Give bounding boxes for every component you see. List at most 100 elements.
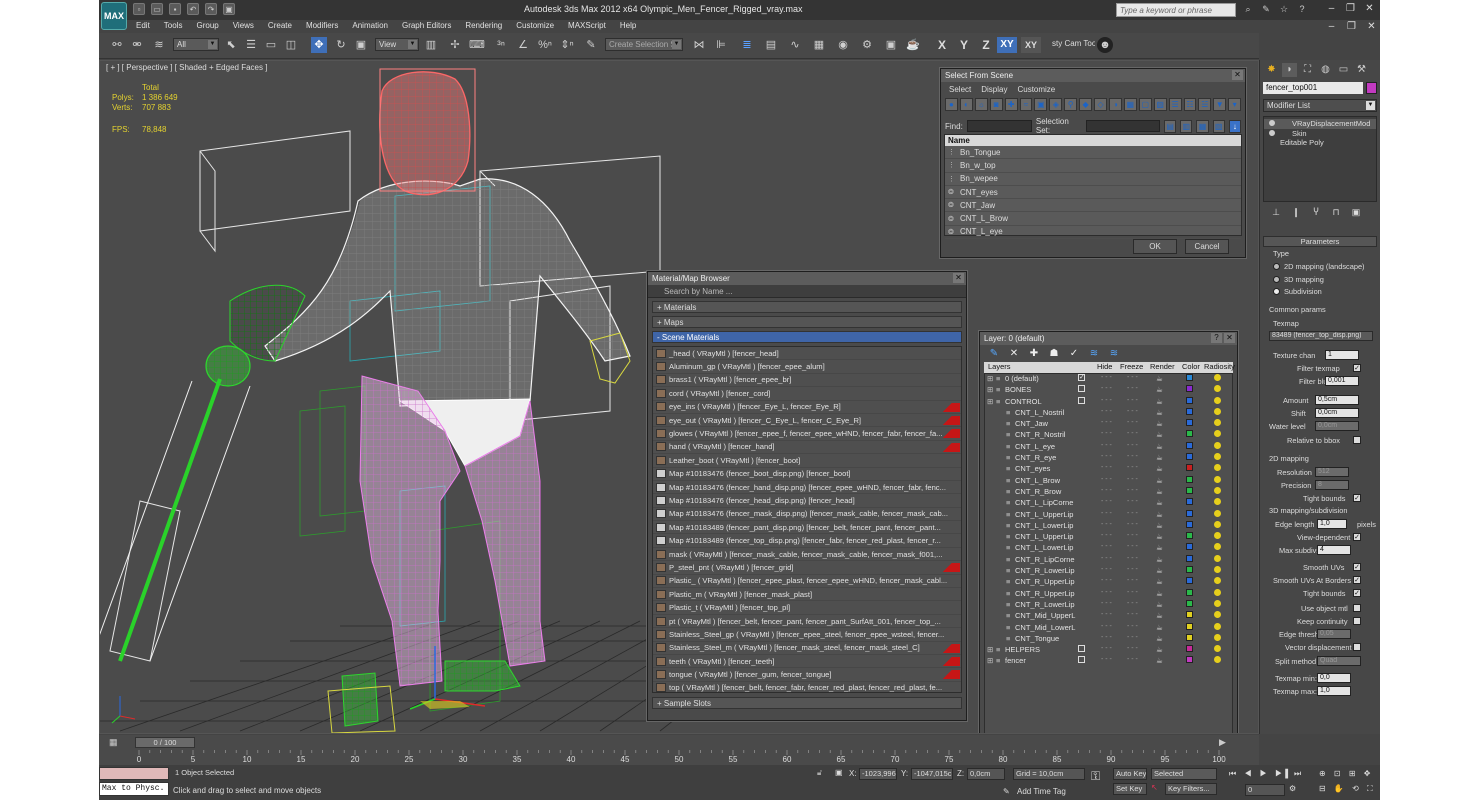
list-item[interactable]: _head ( VRayMtl ) [fencer_head]	[653, 347, 961, 361]
open-file-icon[interactable]: ▭	[151, 3, 163, 15]
object-color-swatch[interactable]	[1366, 82, 1377, 94]
maps-group[interactable]: + Maps	[652, 316, 962, 328]
render-teapot-icon[interactable]: ☕︎	[1156, 521, 1163, 530]
window-crossing-icon[interactable]: ◫	[283, 37, 299, 53]
toggle-cell[interactable]: - - -	[1101, 419, 1112, 426]
smooth-uvs-borders-checkbox[interactable]: ✓	[1353, 576, 1361, 584]
layer-color-swatch[interactable]	[1186, 441, 1193, 449]
radiosity-icon[interactable]	[1214, 396, 1221, 404]
table-row[interactable]: ≡ CNT_Jaw - - - - - - ☕︎	[985, 419, 1232, 430]
geometry-filter-icon[interactable]: ●	[945, 98, 958, 111]
table-row[interactable]: ≡ CNT_L_LowerLip - - - - - - ☕︎	[985, 543, 1232, 554]
layer-color-swatch[interactable]	[1186, 577, 1193, 585]
hide-all-icon[interactable]: ≋	[1088, 348, 1100, 360]
table-row[interactable]: ≡ CNT_L_Brow - - - - - - ☕︎	[985, 475, 1232, 487]
table-row[interactable]: ≡ CNT_R_LipCorne - - - - - - ☕︎	[985, 554, 1232, 566]
expand-icon[interactable]: ⊞	[987, 385, 993, 394]
radiosity-icon[interactable]	[1214, 520, 1221, 528]
select-all-icon[interactable]: ▦	[1123, 98, 1137, 111]
list-item[interactable]: brass1 ( VRayMtl ) [fencer_epee_br]	[653, 374, 961, 388]
sfs-list2-icon[interactable]: ☷	[1183, 98, 1197, 111]
list-item[interactable]: hand ( VRayMtl ) [fencer_hand]	[653, 441, 961, 455]
help-search-input[interactable]: Type a keyword or phrase	[1116, 3, 1236, 17]
toggle-cell[interactable]: - - -	[1101, 532, 1112, 539]
sfs-find-input[interactable]	[966, 120, 1032, 132]
align-icon[interactable]: ⊫	[713, 37, 729, 53]
binoculars-icon[interactable]: ⌕	[1241, 3, 1255, 16]
angle-snap-icon[interactable]: ∠	[515, 37, 531, 53]
make-unique-icon[interactable]: Ⴤ	[1309, 206, 1323, 218]
toggle-cell[interactable]: - - -	[1127, 521, 1138, 528]
current-frame-field[interactable]: 0	[1245, 784, 1285, 796]
select-in-layer-icon[interactable]: ☗	[1048, 348, 1060, 360]
layer-color-swatch[interactable]	[1186, 599, 1193, 607]
material-editor-icon[interactable]: ◉	[835, 37, 851, 53]
pin-stack-icon[interactable]: ⊥	[1269, 206, 1283, 218]
layer-color-swatch[interactable]	[1186, 475, 1193, 483]
bone-filter-icon[interactable]: ⚲	[1064, 98, 1078, 111]
current-layer-checkbox[interactable]	[1078, 645, 1085, 653]
list-item[interactable]: Stainless_Steel_m ( VRayMtl ) [fencer_ma…	[653, 642, 961, 655]
list-item[interactable]: ❂ CNT_L_eye	[945, 226, 1241, 240]
menu-maxscript[interactable]: MAXScript	[561, 20, 613, 33]
restore-icon[interactable]: ❐	[1342, 2, 1359, 16]
rotate-icon[interactable]: ↻	[333, 37, 349, 53]
radiosity-icon[interactable]	[1214, 566, 1221, 574]
sfs-list3-icon[interactable]: ☱	[1198, 98, 1212, 111]
axis-xy-cycle-button[interactable]: XY	[1021, 37, 1041, 53]
render-teapot-icon[interactable]: ☕︎	[1156, 385, 1163, 394]
render-teapot-icon[interactable]: ☕︎	[1156, 566, 1163, 575]
toggle-cell[interactable]: - - -	[1101, 555, 1112, 562]
sample-slots-group[interactable]: + Sample Slots	[652, 697, 962, 709]
table-row[interactable]: ≡ CNT_R_LowerLip - - - - - - ☕︎	[985, 599, 1232, 611]
view-dependent-checkbox[interactable]: ✓	[1353, 533, 1361, 541]
materials-group[interactable]: + Materials	[652, 301, 962, 313]
list-item[interactable]: Aluminum_gp ( VRayMtl ) [fencer_epee_alu…	[653, 360, 961, 374]
layers-column[interactable]: Layers	[988, 362, 1011, 371]
water-level-spinner[interactable]: 0,0cm	[1315, 421, 1359, 431]
render-teapot-icon[interactable]: ☕︎	[1156, 498, 1163, 507]
layer-color-swatch[interactable]	[1186, 566, 1193, 574]
pivot-center-icon[interactable]: ▥	[423, 37, 439, 53]
add-time-tag-button[interactable]: Add Time Tag	[1017, 787, 1066, 796]
display-tab-icon[interactable]: ▭	[1336, 63, 1351, 77]
expand-icon[interactable]: ⊞	[987, 645, 993, 654]
layer-color-swatch[interactable]	[1186, 611, 1193, 619]
radiosity-icon[interactable]	[1214, 385, 1221, 393]
list-item[interactable]: mask ( VRayMtl ) [fencer_mask_cable, fen…	[653, 548, 961, 562]
toggle-cell[interactable]: - - -	[1101, 397, 1112, 404]
list-item[interactable]: Map #10183476 (fencer_boot_disp.png) [fe…	[653, 468, 961, 481]
render-teapot-icon[interactable]: ☕︎	[1156, 611, 1163, 620]
minimize-icon[interactable]: –	[1323, 2, 1340, 16]
render-teapot-icon[interactable]: ☕︎	[1156, 645, 1163, 654]
edit-named-sets-icon[interactable]: ✎	[583, 37, 599, 53]
radiosity-icon[interactable]	[1214, 543, 1221, 551]
link-icon[interactable]: ⚯	[109, 37, 125, 53]
group-filter-icon[interactable]: ▣	[1034, 98, 1048, 111]
axis-xy-button[interactable]: XY	[997, 37, 1017, 53]
menu-customize[interactable]: Customize	[509, 20, 561, 33]
list-item[interactable]: teeth ( VRayMtl ) [fencer_teeth]	[653, 655, 961, 669]
toggle-cell[interactable]: - - -	[1101, 385, 1112, 392]
edge-thresh-spinner[interactable]: 0,05	[1317, 629, 1351, 639]
render-teapot-icon[interactable]: ☕︎	[1156, 634, 1163, 643]
layer-color-swatch[interactable]	[1186, 645, 1193, 653]
toggle-cell[interactable]: - - -	[1101, 634, 1112, 641]
toggle-cell[interactable]: - - -	[1127, 464, 1138, 471]
y-coordinate-field[interactable]: -1047,015c	[911, 768, 953, 780]
list-item[interactable]: Map #10183476 (fencer_hand_disp.png) [fe…	[653, 481, 961, 495]
texmap-max-spinner[interactable]: 1,0	[1317, 686, 1351, 696]
toggle-cell[interactable]: - - -	[1127, 408, 1138, 415]
bulb-icon[interactable]	[1269, 120, 1275, 126]
list-item[interactable]: Plastic_m ( VRayMtl ) [fencer_mask_plast…	[653, 588, 961, 602]
layer-color-swatch[interactable]	[1186, 464, 1193, 472]
color-column[interactable]: Color	[1182, 362, 1200, 371]
layer-manager-title[interactable]: Layer: 0 (default)? ✕	[980, 332, 1237, 345]
spinner-snap-icon[interactable]: ⇕ⁿ	[559, 37, 575, 53]
xref-filter-icon[interactable]: ◈	[1049, 98, 1063, 111]
curve-editor-icon[interactable]: ∿	[787, 37, 803, 53]
sfs-sync-icon[interactable]: ↓	[1228, 119, 1242, 133]
list-item[interactable]: ⋮ Bn_Tongue	[945, 146, 1241, 160]
toggle-cell[interactable]: - - -	[1101, 487, 1112, 494]
toggle-cell[interactable]: - - -	[1127, 634, 1138, 641]
